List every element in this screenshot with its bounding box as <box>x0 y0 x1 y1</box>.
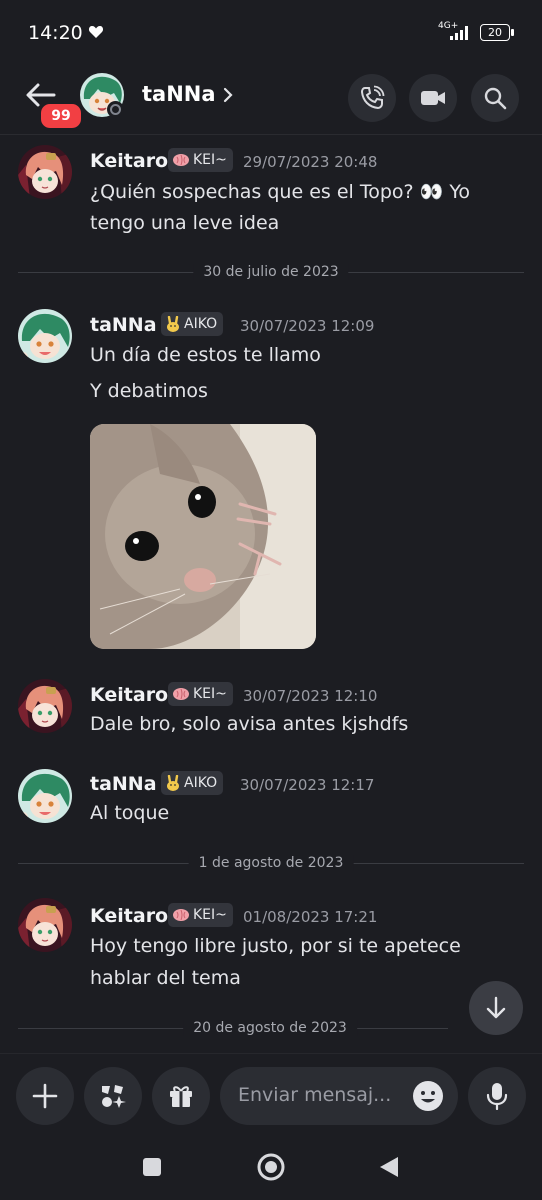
role-tag[interactable]: KEI~ <box>168 903 233 927</box>
timestamp: 30/07/2023 12:17 <box>240 776 375 794</box>
author-name[interactable]: taNNa <box>90 314 157 336</box>
message-text: tengo una leve idea <box>90 212 280 234</box>
timestamp: 29/07/2023 20:48 <box>243 153 378 171</box>
emoji-icon[interactable] <box>412 1080 444 1112</box>
plus-icon <box>32 1083 58 1109</box>
back-icon[interactable] <box>378 1155 400 1179</box>
heart-icon <box>88 26 104 38</box>
status-time: 14:20 <box>28 22 83 44</box>
message-text: Hoy tengo libre justo, por si te apetece <box>90 935 461 957</box>
signal-icon <box>450 26 468 40</box>
role-tag-label: KEI~ <box>193 686 227 702</box>
message-input[interactable]: Enviar mensaj... <box>220 1067 458 1125</box>
bunny-icon <box>167 775 179 791</box>
date-divider: 1 de agosto de 2023 <box>18 855 524 871</box>
microphone-icon <box>486 1083 508 1110</box>
phone-call-icon <box>360 85 385 110</box>
timestamp: 30/07/2023 12:10 <box>243 687 378 705</box>
voice-message-button[interactable] <box>468 1067 526 1125</box>
message-text: Dale bro, solo avisa antes kjshdfs <box>90 713 409 735</box>
timestamp: 01/08/2023 17:21 <box>243 908 378 926</box>
video-camera-icon <box>421 91 445 105</box>
date-divider: 30 de julio de 2023 <box>18 264 524 280</box>
author-avatar[interactable] <box>18 145 72 199</box>
role-tag[interactable]: KEI~ <box>168 682 233 706</box>
author-avatar[interactable] <box>18 769 72 823</box>
chevron-right-icon[interactable] <box>222 86 234 104</box>
author-avatar[interactable] <box>18 309 72 363</box>
chat-header: 99 taNNa <box>0 68 542 135</box>
message-composer: Enviar mensaj... <box>0 1053 542 1142</box>
date-divider-label: 1 de agosto de 2023 <box>188 855 354 871</box>
message-input-placeholder: Enviar mensaj... <box>238 1084 392 1106</box>
author-avatar[interactable] <box>18 898 72 952</box>
message-text: hablar del tema <box>90 967 241 989</box>
battery-icon: 20 <box>480 24 514 41</box>
message-text: Un día de estos te llamo <box>90 344 321 366</box>
jump-to-present-button[interactable] <box>469 981 523 1035</box>
call-button[interactable] <box>348 74 396 122</box>
message-text: Y debatimos <box>90 380 208 402</box>
author-name[interactable]: Keitaro <box>90 150 168 172</box>
author-avatar[interactable] <box>18 679 72 733</box>
message-text: ¿Quién sospechas que es el Topo? 👀 Yo <box>90 181 471 203</box>
system-navigation-bar <box>0 1141 542 1200</box>
role-tag-label: KEI~ <box>193 152 227 168</box>
date-divider: 20 de agosto de 2023 <box>18 1020 448 1036</box>
search-icon <box>484 87 507 110</box>
author-name[interactable]: Keitaro <box>90 684 168 706</box>
unread-badge: 99 <box>38 101 84 131</box>
home-icon[interactable] <box>256 1152 286 1182</box>
author-name[interactable]: taNNa <box>90 773 157 795</box>
role-tag[interactable]: AIKO <box>161 771 224 795</box>
author-name[interactable]: Keitaro <box>90 905 168 927</box>
channel-name[interactable]: taNNa <box>142 82 216 106</box>
role-tag-label: AIKO <box>184 775 218 791</box>
bunny-icon <box>167 316 179 332</box>
apps-icon <box>102 1085 126 1108</box>
role-tag[interactable]: KEI~ <box>168 148 233 172</box>
role-tag-label: AIKO <box>184 316 218 332</box>
arrow-down-icon <box>486 996 506 1019</box>
brain-icon <box>173 909 189 921</box>
timestamp: 30/07/2023 12:09 <box>240 317 375 335</box>
role-tag[interactable]: AIKO <box>161 312 224 336</box>
video-call-button[interactable] <box>409 74 457 122</box>
hamster-photo[interactable] <box>90 424 316 649</box>
apps-button[interactable] <box>84 1067 142 1125</box>
date-divider-label: 20 de agosto de 2023 <box>183 1020 357 1036</box>
message-text: Al toque <box>90 802 170 824</box>
offline-status-icon <box>107 101 124 118</box>
brain-icon <box>173 154 189 166</box>
attach-button[interactable] <box>16 1067 74 1125</box>
date-divider-label: 30 de julio de 2023 <box>193 264 349 280</box>
gift-button[interactable] <box>152 1067 210 1125</box>
role-tag-label: KEI~ <box>193 907 227 923</box>
status-bar: 14:20 4G+ 20 <box>0 0 542 68</box>
brain-icon <box>173 688 189 700</box>
recents-icon[interactable] <box>142 1157 162 1177</box>
search-button[interactable] <box>471 74 519 122</box>
gift-icon <box>170 1086 192 1107</box>
